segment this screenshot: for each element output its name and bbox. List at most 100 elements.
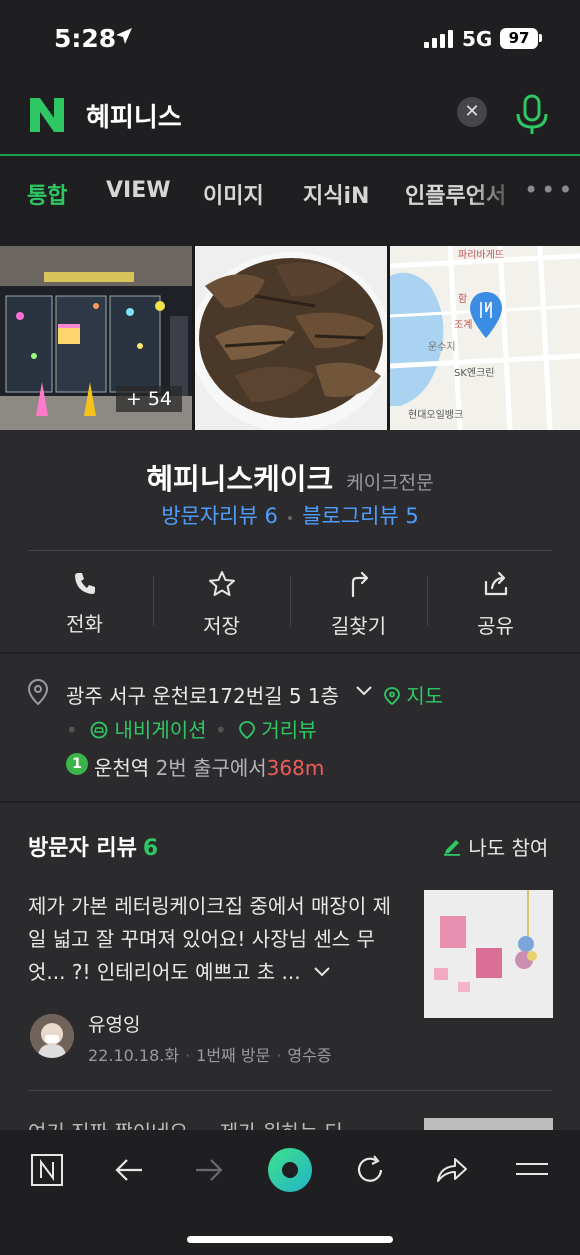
map-link[interactable]: 지도 [384, 680, 443, 709]
svg-text:함: 함 [458, 293, 467, 305]
review-date: 22.10.18.화 [88, 1046, 180, 1065]
back-button[interactable] [104, 1150, 154, 1190]
directions-icon [351, 571, 368, 598]
share-button[interactable]: 공유 [427, 570, 564, 639]
share-page-button[interactable] [427, 1150, 477, 1190]
blog-review-link[interactable]: 블로그리뷰 5 [302, 504, 419, 528]
directions-label: 길찾기 [330, 614, 387, 638]
review-meta: 22.10.18.화 · 1번째 방문 · 영수증 [88, 1042, 332, 1066]
forward-button[interactable] [184, 1150, 234, 1190]
tab-kin[interactable]: 지식iN [303, 178, 369, 210]
search-bar: 혜피니스 ✕ [0, 78, 580, 155]
separator-dot: · [276, 1046, 282, 1065]
map-label: 지도 [406, 684, 444, 708]
separator-dot: • [214, 718, 227, 742]
review-author-name[interactable]: 유영잉 [88, 1010, 140, 1037]
separator-dot: • [66, 718, 78, 742]
place-title-row: 혜피니스케이크 케이크전문 [0, 456, 580, 498]
station-exit: 2번 출구에서 [155, 756, 267, 780]
write-review-label: 나도 참여 [468, 836, 549, 860]
divider [28, 550, 552, 551]
share-icon [484, 571, 507, 596]
reviews-title: 방문자 리뷰 [28, 836, 137, 861]
photo-storefront[interactable]: + 54 [0, 246, 192, 430]
share-label: 공유 [477, 614, 514, 638]
car-icon [90, 721, 108, 739]
station-name: 운천역 [94, 756, 150, 780]
tab-view[interactable]: VIEW [106, 178, 171, 203]
review-proof: 영수증 [287, 1046, 332, 1065]
save-label: 저장 [203, 614, 240, 638]
green-dot-icon [268, 1148, 312, 1192]
photo-food[interactable] [195, 246, 387, 430]
svg-text:현대오일뱅크: 현대오일뱅크 [408, 409, 463, 421]
naver-n-icon [31, 1154, 63, 1186]
microphone-icon[interactable] [514, 94, 550, 136]
phone-icon [74, 573, 95, 594]
tab-integrated[interactable]: 통합 [27, 178, 67, 210]
tab-image[interactable]: 이미지 [203, 178, 264, 210]
svg-text:운수지: 운수지 [428, 341, 456, 353]
chevron-down-icon[interactable] [355, 680, 373, 700]
visitor-review-link[interactable]: 방문자리뷰 6 [161, 504, 278, 528]
location-arrow-icon [116, 28, 132, 44]
tabs-fade [470, 156, 520, 228]
more-photos-count[interactable]: + 54 [115, 386, 182, 412]
hamburger-menu-icon [516, 1163, 548, 1175]
place-category: 케이크전문 [346, 472, 434, 494]
address-text[interactable]: 광주 서구 운천로172번길 5 1층 [66, 680, 339, 709]
subway-line-badge: 1 [66, 753, 88, 775]
street-view-label: 거리뷰 [261, 718, 317, 742]
review-links: 방문자리뷰 6 • 블로그리뷰 5 [0, 500, 580, 530]
map-pin-icon [384, 687, 400, 706]
navigation-label: 내비게이션 [114, 718, 207, 742]
save-button[interactable]: 저장 [153, 570, 290, 639]
clear-search-button[interactable]: ✕ [457, 97, 487, 127]
avatar[interactable] [30, 1014, 74, 1058]
svg-text:파리바게뜨: 파리바게뜨 [458, 249, 504, 261]
street-view-link[interactable]: 거리뷰 [239, 718, 317, 742]
refresh-button[interactable] [345, 1150, 395, 1190]
station-distance: 368m [266, 756, 325, 780]
signal-icon [424, 30, 453, 48]
more-tabs-icon[interactable]: ••• [524, 176, 575, 204]
battery-cap [539, 34, 542, 42]
street-view-icon [239, 721, 255, 740]
svg-text:조계: 조계 [454, 319, 472, 331]
spacer [0, 228, 580, 246]
review-visit: 1번째 방문 [196, 1046, 271, 1065]
menu-button[interactable] [507, 1150, 557, 1190]
divider [28, 1090, 552, 1091]
review-photo[interactable] [424, 890, 553, 1018]
chevron-down-icon[interactable] [313, 965, 331, 979]
review-body: 제가 가본 레터링케이크집 중에서 매장이 제일 넓고 잘 꾸며져 있어요! 사… [28, 894, 391, 984]
reviews-header: 방문자 리뷰 6 [28, 830, 158, 862]
pencil-icon [444, 840, 460, 856]
review-text[interactable]: 제가 가본 레터링케이크집 중에서 매장이 제일 넓고 잘 꾸며져 있어요! 사… [28, 890, 398, 989]
naver-home-button[interactable] [22, 1150, 72, 1190]
call-button[interactable]: 전화 [16, 570, 153, 639]
battery-icon: 97 [500, 28, 538, 49]
svg-text:SK엔크린: SK엔크린 [454, 367, 495, 379]
search-tabs: 통합 VIEW 이미지 지식iN 인플루언서 ••• [0, 156, 580, 228]
green-dot-button[interactable] [265, 1145, 315, 1195]
action-bar: 전화 저장 길찾기 공유 [16, 570, 564, 639]
status-time: 5:28 [54, 24, 117, 53]
address-links: • 내비게이션 • 거리뷰 [64, 714, 317, 743]
separator-dot: · [185, 1046, 191, 1065]
home-indicator[interactable] [187, 1236, 393, 1243]
directions-button[interactable]: 길찾기 [290, 570, 427, 639]
photo-strip: + 54 파리바게뜨 함 조계 운수지 SK엔크린 현대오일뱅크 [0, 246, 580, 430]
star-icon [208, 571, 235, 596]
call-label: 전화 [66, 612, 103, 636]
photo-map[interactable]: 파리바게뜨 함 조계 운수지 SK엔크린 현대오일뱅크 [390, 246, 580, 430]
arrow-left-icon [115, 1159, 142, 1181]
place-name[interactable]: 혜피니스케이크 [146, 462, 333, 496]
write-review-button[interactable]: 나도 참여 [442, 832, 548, 861]
navigation-link[interactable]: 내비게이션 [90, 718, 213, 742]
naver-logo-icon[interactable] [28, 96, 66, 134]
search-input[interactable]: 혜피니스 [86, 97, 182, 134]
review-item[interactable]: 제가 가본 레터링케이크집 중에서 매장이 제일 넓고 잘 꾸며져 있어요! 사… [28, 890, 553, 1065]
separator-dot: • [285, 511, 295, 527]
refresh-icon [357, 1155, 383, 1182]
